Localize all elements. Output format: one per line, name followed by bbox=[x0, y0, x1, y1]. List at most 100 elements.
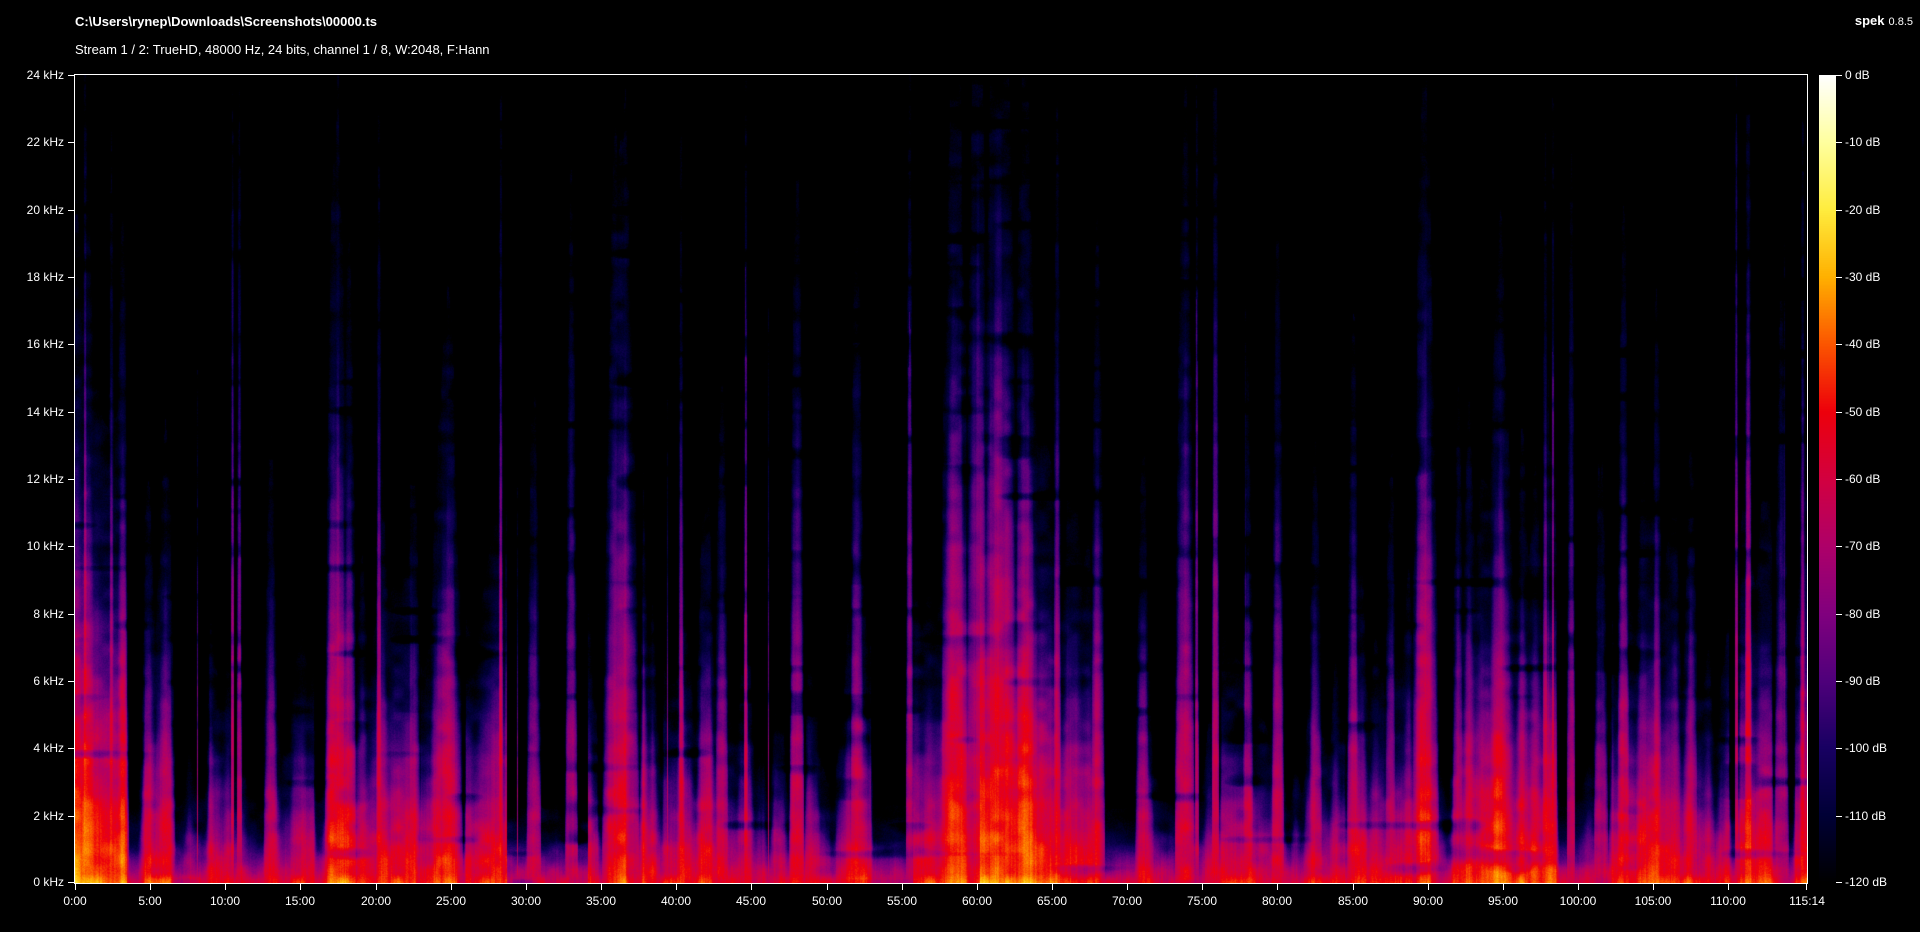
app-name: spek bbox=[1855, 13, 1885, 28]
time-tick bbox=[1277, 884, 1278, 890]
freq-tick bbox=[68, 614, 74, 615]
time-tick-label: 80:00 bbox=[1241, 893, 1313, 909]
time-tick-label: 75:00 bbox=[1166, 893, 1238, 909]
freq-tick-label: 12 kHz bbox=[0, 471, 64, 487]
time-tick-label: 90:00 bbox=[1392, 893, 1464, 909]
freq-tick bbox=[68, 210, 74, 211]
time-tick-label: 50:00 bbox=[791, 893, 863, 909]
file-path-title: C:\Users\rynep\Downloads\Screenshots\000… bbox=[75, 14, 377, 29]
time-tick-label: 115:14 bbox=[1771, 893, 1843, 909]
db-tick-label: -60 dB bbox=[1845, 471, 1880, 487]
freq-tick bbox=[68, 142, 74, 143]
freq-tick bbox=[68, 546, 74, 547]
time-tick bbox=[1728, 884, 1729, 890]
spectrogram-canvas bbox=[75, 75, 1807, 883]
time-tick-label: 5:00 bbox=[114, 893, 186, 909]
spek-app-window: { "app": { "name": "spek", "version": "0… bbox=[0, 0, 1920, 932]
freq-tick-label: 8 kHz bbox=[0, 606, 64, 622]
freq-tick bbox=[68, 277, 74, 278]
time-tick-label: 110:00 bbox=[1692, 893, 1764, 909]
time-tick-label: 20:00 bbox=[340, 893, 412, 909]
time-tick bbox=[1578, 884, 1579, 890]
time-tick bbox=[376, 884, 377, 890]
freq-tick-label: 2 kHz bbox=[0, 808, 64, 824]
db-tick-label: -100 dB bbox=[1845, 740, 1887, 756]
time-tick-label: 10:00 bbox=[189, 893, 261, 909]
freq-tick-label: 14 kHz bbox=[0, 404, 64, 420]
time-tick bbox=[676, 884, 677, 890]
time-tick-label: 40:00 bbox=[640, 893, 712, 909]
freq-tick bbox=[68, 681, 74, 682]
time-tick-label: 35:00 bbox=[565, 893, 637, 909]
time-tick bbox=[1806, 884, 1807, 890]
time-tick-label: 30:00 bbox=[490, 893, 562, 909]
time-tick-label: 85:00 bbox=[1317, 893, 1389, 909]
db-tick bbox=[1836, 75, 1842, 76]
db-tick bbox=[1836, 681, 1842, 682]
time-tick-label: 105:00 bbox=[1617, 893, 1689, 909]
db-tick-label: -40 dB bbox=[1845, 336, 1880, 352]
time-tick bbox=[526, 884, 527, 890]
freq-tick-label: 22 kHz bbox=[0, 134, 64, 150]
db-tick-label: 0 dB bbox=[1845, 67, 1870, 83]
freq-tick bbox=[68, 479, 74, 480]
time-tick bbox=[1052, 884, 1053, 890]
time-tick bbox=[977, 884, 978, 890]
time-tick bbox=[1202, 884, 1203, 890]
colorbar-gradient bbox=[1819, 75, 1836, 883]
db-tick bbox=[1836, 816, 1842, 817]
app-version: 0.8.5 bbox=[1889, 16, 1913, 28]
time-tick bbox=[1503, 884, 1504, 890]
freq-tick-label: 6 kHz bbox=[0, 673, 64, 689]
time-tick bbox=[751, 884, 752, 890]
time-tick bbox=[451, 884, 452, 890]
db-tick bbox=[1836, 479, 1842, 480]
db-tick bbox=[1836, 277, 1842, 278]
freq-tick-label: 24 kHz bbox=[0, 67, 64, 83]
freq-tick bbox=[68, 816, 74, 817]
time-tick-label: 65:00 bbox=[1016, 893, 1088, 909]
time-tick-label: 95:00 bbox=[1467, 893, 1539, 909]
db-tick-label: -80 dB bbox=[1845, 606, 1880, 622]
db-tick bbox=[1836, 748, 1842, 749]
freq-tick-label: 0 kHz bbox=[0, 874, 64, 890]
time-tick-label: 15:00 bbox=[264, 893, 336, 909]
freq-tick-label: 20 kHz bbox=[0, 202, 64, 218]
db-tick-label: -30 dB bbox=[1845, 269, 1880, 285]
time-tick-label: 0:00 bbox=[39, 893, 111, 909]
app-brand: spek 0.8.5 bbox=[1855, 13, 1913, 28]
db-tick bbox=[1836, 882, 1842, 883]
db-tick bbox=[1836, 344, 1842, 345]
freq-tick bbox=[68, 882, 74, 883]
db-tick-label: -70 dB bbox=[1845, 538, 1880, 554]
time-tick-label: 100:00 bbox=[1542, 893, 1614, 909]
db-tick-label: -110 dB bbox=[1845, 808, 1886, 824]
freq-tick bbox=[68, 412, 74, 413]
db-tick bbox=[1836, 412, 1842, 413]
freq-tick-label: 10 kHz bbox=[0, 538, 64, 554]
time-tick bbox=[150, 884, 151, 890]
time-tick-label: 25:00 bbox=[415, 893, 487, 909]
db-tick bbox=[1836, 546, 1842, 547]
db-tick-label: -90 dB bbox=[1845, 673, 1880, 689]
db-tick bbox=[1836, 614, 1842, 615]
freq-tick-label: 16 kHz bbox=[0, 336, 64, 352]
db-tick-label: -20 dB bbox=[1845, 202, 1880, 218]
time-tick bbox=[601, 884, 602, 890]
time-tick bbox=[1653, 884, 1654, 890]
time-tick bbox=[1127, 884, 1128, 890]
db-tick bbox=[1836, 210, 1842, 211]
time-tick-label: 70:00 bbox=[1091, 893, 1163, 909]
time-tick bbox=[75, 884, 76, 890]
time-tick bbox=[1428, 884, 1429, 890]
time-tick-label: 55:00 bbox=[866, 893, 938, 909]
time-tick bbox=[225, 884, 226, 890]
db-tick-label: -10 dB bbox=[1845, 134, 1880, 150]
time-tick bbox=[1353, 884, 1354, 890]
freq-tick-label: 18 kHz bbox=[0, 269, 64, 285]
db-tick-label: -120 dB bbox=[1845, 874, 1887, 890]
time-tick bbox=[902, 884, 903, 890]
freq-tick bbox=[68, 344, 74, 345]
db-tick bbox=[1836, 142, 1842, 143]
freq-tick bbox=[68, 748, 74, 749]
